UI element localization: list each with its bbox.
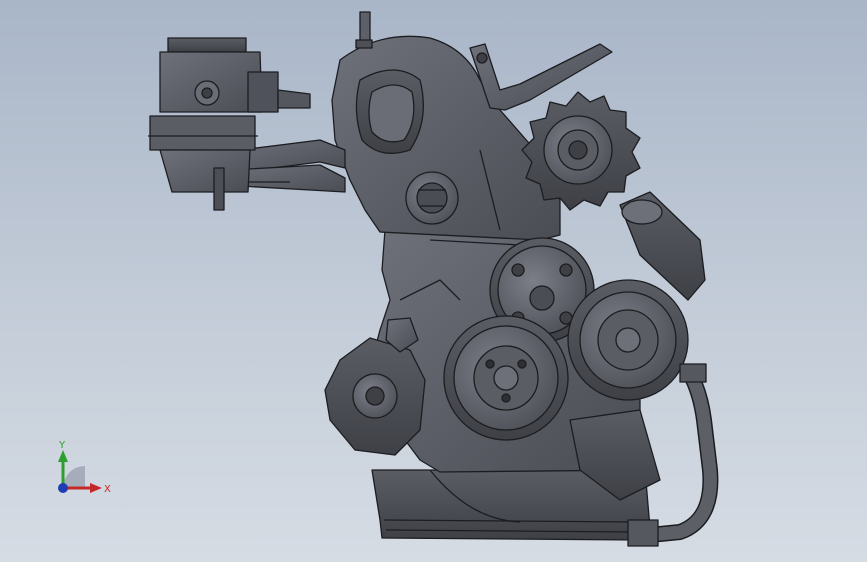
graphics-viewport[interactable]: Y X (0, 0, 867, 562)
y-arrowhead-icon (58, 450, 68, 462)
crankshaft-pulley (443, 315, 569, 441)
timing-cover (331, 35, 561, 241)
water-pump-pulley (567, 279, 689, 401)
engine-model[interactable] (0, 0, 867, 562)
dipstick-tube (355, 11, 373, 49)
y-axis-label: Y (58, 440, 66, 451)
starter-housing (324, 317, 426, 456)
coordinate-triad: Y X (58, 440, 111, 495)
alternator-bracket (469, 43, 613, 111)
x-arrowhead-icon (90, 483, 102, 493)
z-axis-dot-icon (58, 483, 68, 493)
x-axis-label: X (104, 484, 111, 495)
